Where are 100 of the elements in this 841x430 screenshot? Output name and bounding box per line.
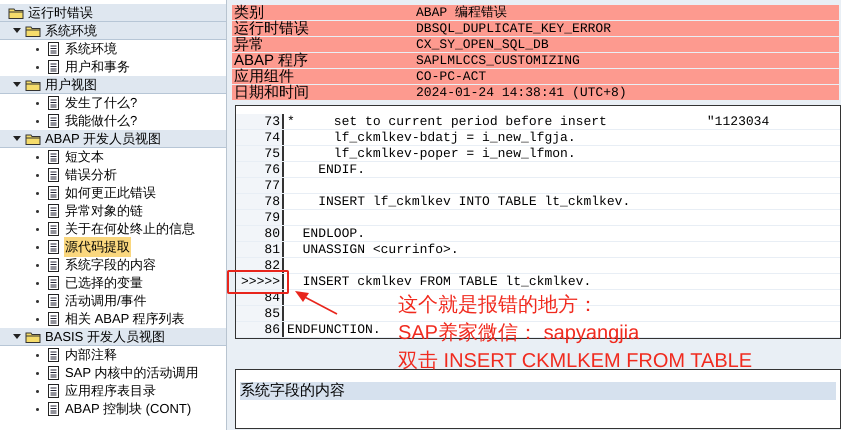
code-line: lf_ckmlkev-poper = i_new_lfmon.	[332, 146, 576, 161]
line-number: 85	[236, 306, 284, 321]
document-icon	[48, 204, 59, 218]
folder-icon	[25, 24, 41, 36]
folder-icon	[8, 6, 24, 18]
document-icon	[48, 186, 59, 200]
line-number: 86	[236, 322, 284, 337]
field-value: ABAP 编程错误	[416, 5, 508, 20]
document-icon	[48, 312, 59, 326]
tree-item[interactable]: 如何更正此错误	[64, 183, 157, 203]
code-line: UNASSIGN <currinfo>.	[302, 242, 459, 257]
expanded-icon[interactable]	[13, 82, 21, 88]
bullet-icon	[36, 408, 39, 410]
line-number: 76	[236, 162, 284, 177]
field-label: 运行时错误	[233, 21, 310, 36]
line-number: 74	[236, 130, 284, 145]
document-icon	[48, 384, 59, 398]
line-number: 75	[236, 146, 284, 161]
document-icon	[48, 96, 59, 110]
tree-item[interactable]: 应用程序表目录	[64, 381, 157, 401]
line-number: 77	[236, 178, 284, 193]
bullet-icon	[36, 192, 39, 194]
highlight-box	[227, 270, 289, 294]
tree-item[interactable]: 源代码提取	[64, 237, 131, 257]
line-number: >>>>>	[236, 274, 284, 289]
bullet-icon	[36, 354, 39, 356]
document-icon	[48, 366, 59, 380]
expanded-icon[interactable]	[13, 334, 21, 340]
folder-icon	[25, 132, 41, 144]
bullet-icon	[36, 318, 39, 320]
line-number: 80	[236, 226, 284, 241]
field-label: 类别	[233, 5, 265, 20]
tree-item[interactable]: 错误分析	[64, 165, 118, 185]
bullet-icon	[36, 48, 39, 50]
tree-item[interactable]: 我能做什么?	[64, 111, 138, 131]
document-icon	[48, 168, 59, 182]
document-icon	[48, 42, 59, 56]
line-number: 79	[236, 210, 284, 225]
folder-icon	[25, 330, 41, 342]
field-value: DBSQL_DUPLICATE_KEY_ERROR	[416, 21, 612, 36]
tree-item[interactable]: ABAP 控制块 (CONT)	[64, 399, 192, 419]
bullet-icon	[36, 264, 39, 266]
field-value: CX_SY_OPEN_SQL_DB	[416, 37, 549, 52]
field-label: 日期和时间	[233, 85, 310, 100]
field-label: 异常	[233, 37, 265, 52]
code-line: ENDIF.	[317, 162, 366, 177]
document-icon	[48, 114, 59, 128]
field-value: CO-PC-ACT	[416, 69, 486, 84]
document-icon	[48, 240, 59, 254]
annotation-text: 这个就是报错的地方：	[398, 293, 599, 318]
code-line: INSERT lf_ckmlkev INTO TABLE lt_ckmlkev.	[317, 194, 630, 209]
document-icon	[48, 60, 59, 74]
annotation-text: 双击 INSERT CKMLKEM FROM TABLE	[398, 349, 752, 374]
document-icon	[48, 294, 59, 308]
code-line: * set to current period before insert	[286, 114, 607, 129]
section-title: 系统字段的内容	[240, 382, 836, 400]
tree-item[interactable]: 活动调用/事件	[64, 291, 148, 311]
tree-item[interactable]: 系统环境	[64, 39, 118, 59]
tree-item[interactable]: 已选择的变量	[64, 273, 144, 293]
tree-item[interactable]: 内部注释	[64, 345, 118, 365]
document-icon	[48, 276, 59, 290]
tree-item[interactable]: 系统字段的内容	[64, 255, 157, 275]
tree-item[interactable]: 短文本	[64, 147, 105, 167]
expanded-icon[interactable]	[13, 136, 21, 142]
tree-item[interactable]: 发生了什么?	[64, 93, 138, 113]
tree-item[interactable]: 用户和事务	[64, 57, 131, 77]
bullet-icon	[36, 66, 39, 68]
code-line: lf_ckmlkev-bdatj = i_new_lfgja.	[332, 130, 576, 145]
code-line: ENDLOOP.	[302, 226, 366, 241]
code-line: ENDFUNCTION.	[286, 322, 381, 337]
code-comment: "1123034	[706, 114, 770, 129]
bullet-icon	[36, 210, 39, 212]
document-icon	[48, 402, 59, 416]
bullet-icon	[36, 246, 39, 248]
tree-item[interactable]: 相关 ABAP 程序列表	[64, 309, 186, 329]
document-icon	[48, 348, 59, 362]
bullet-icon	[36, 156, 39, 158]
tree-item[interactable]: 关于在何处终止的信息	[64, 219, 196, 239]
bullet-icon	[36, 174, 39, 176]
bullet-icon	[36, 120, 39, 122]
expanded-icon[interactable]	[13, 28, 21, 34]
tree-item[interactable]: 异常对象的链	[64, 201, 144, 221]
document-icon	[48, 222, 59, 236]
bullet-icon	[36, 300, 39, 302]
bullet-icon	[36, 390, 39, 392]
field-label: ABAP 程序	[233, 53, 309, 68]
tree-item[interactable]: SAP 内核中的活动调用	[64, 363, 200, 383]
bullet-icon	[36, 228, 39, 230]
code-line: INSERT ckmlkev FROM TABLE lt_ckmlkev.	[302, 274, 592, 289]
line-number: 78	[236, 194, 284, 209]
field-value: 2024-01-24 14:38:41 (UTC+8)	[416, 85, 627, 100]
bullet-icon	[36, 372, 39, 374]
line-number: 73	[236, 114, 284, 129]
field-label: 应用组件	[233, 69, 295, 84]
arrow-icon	[293, 288, 339, 316]
document-icon	[48, 258, 59, 272]
line-number: 81	[236, 242, 284, 257]
bullet-icon	[36, 102, 39, 104]
document-icon	[48, 150, 59, 164]
bullet-icon	[36, 282, 39, 284]
